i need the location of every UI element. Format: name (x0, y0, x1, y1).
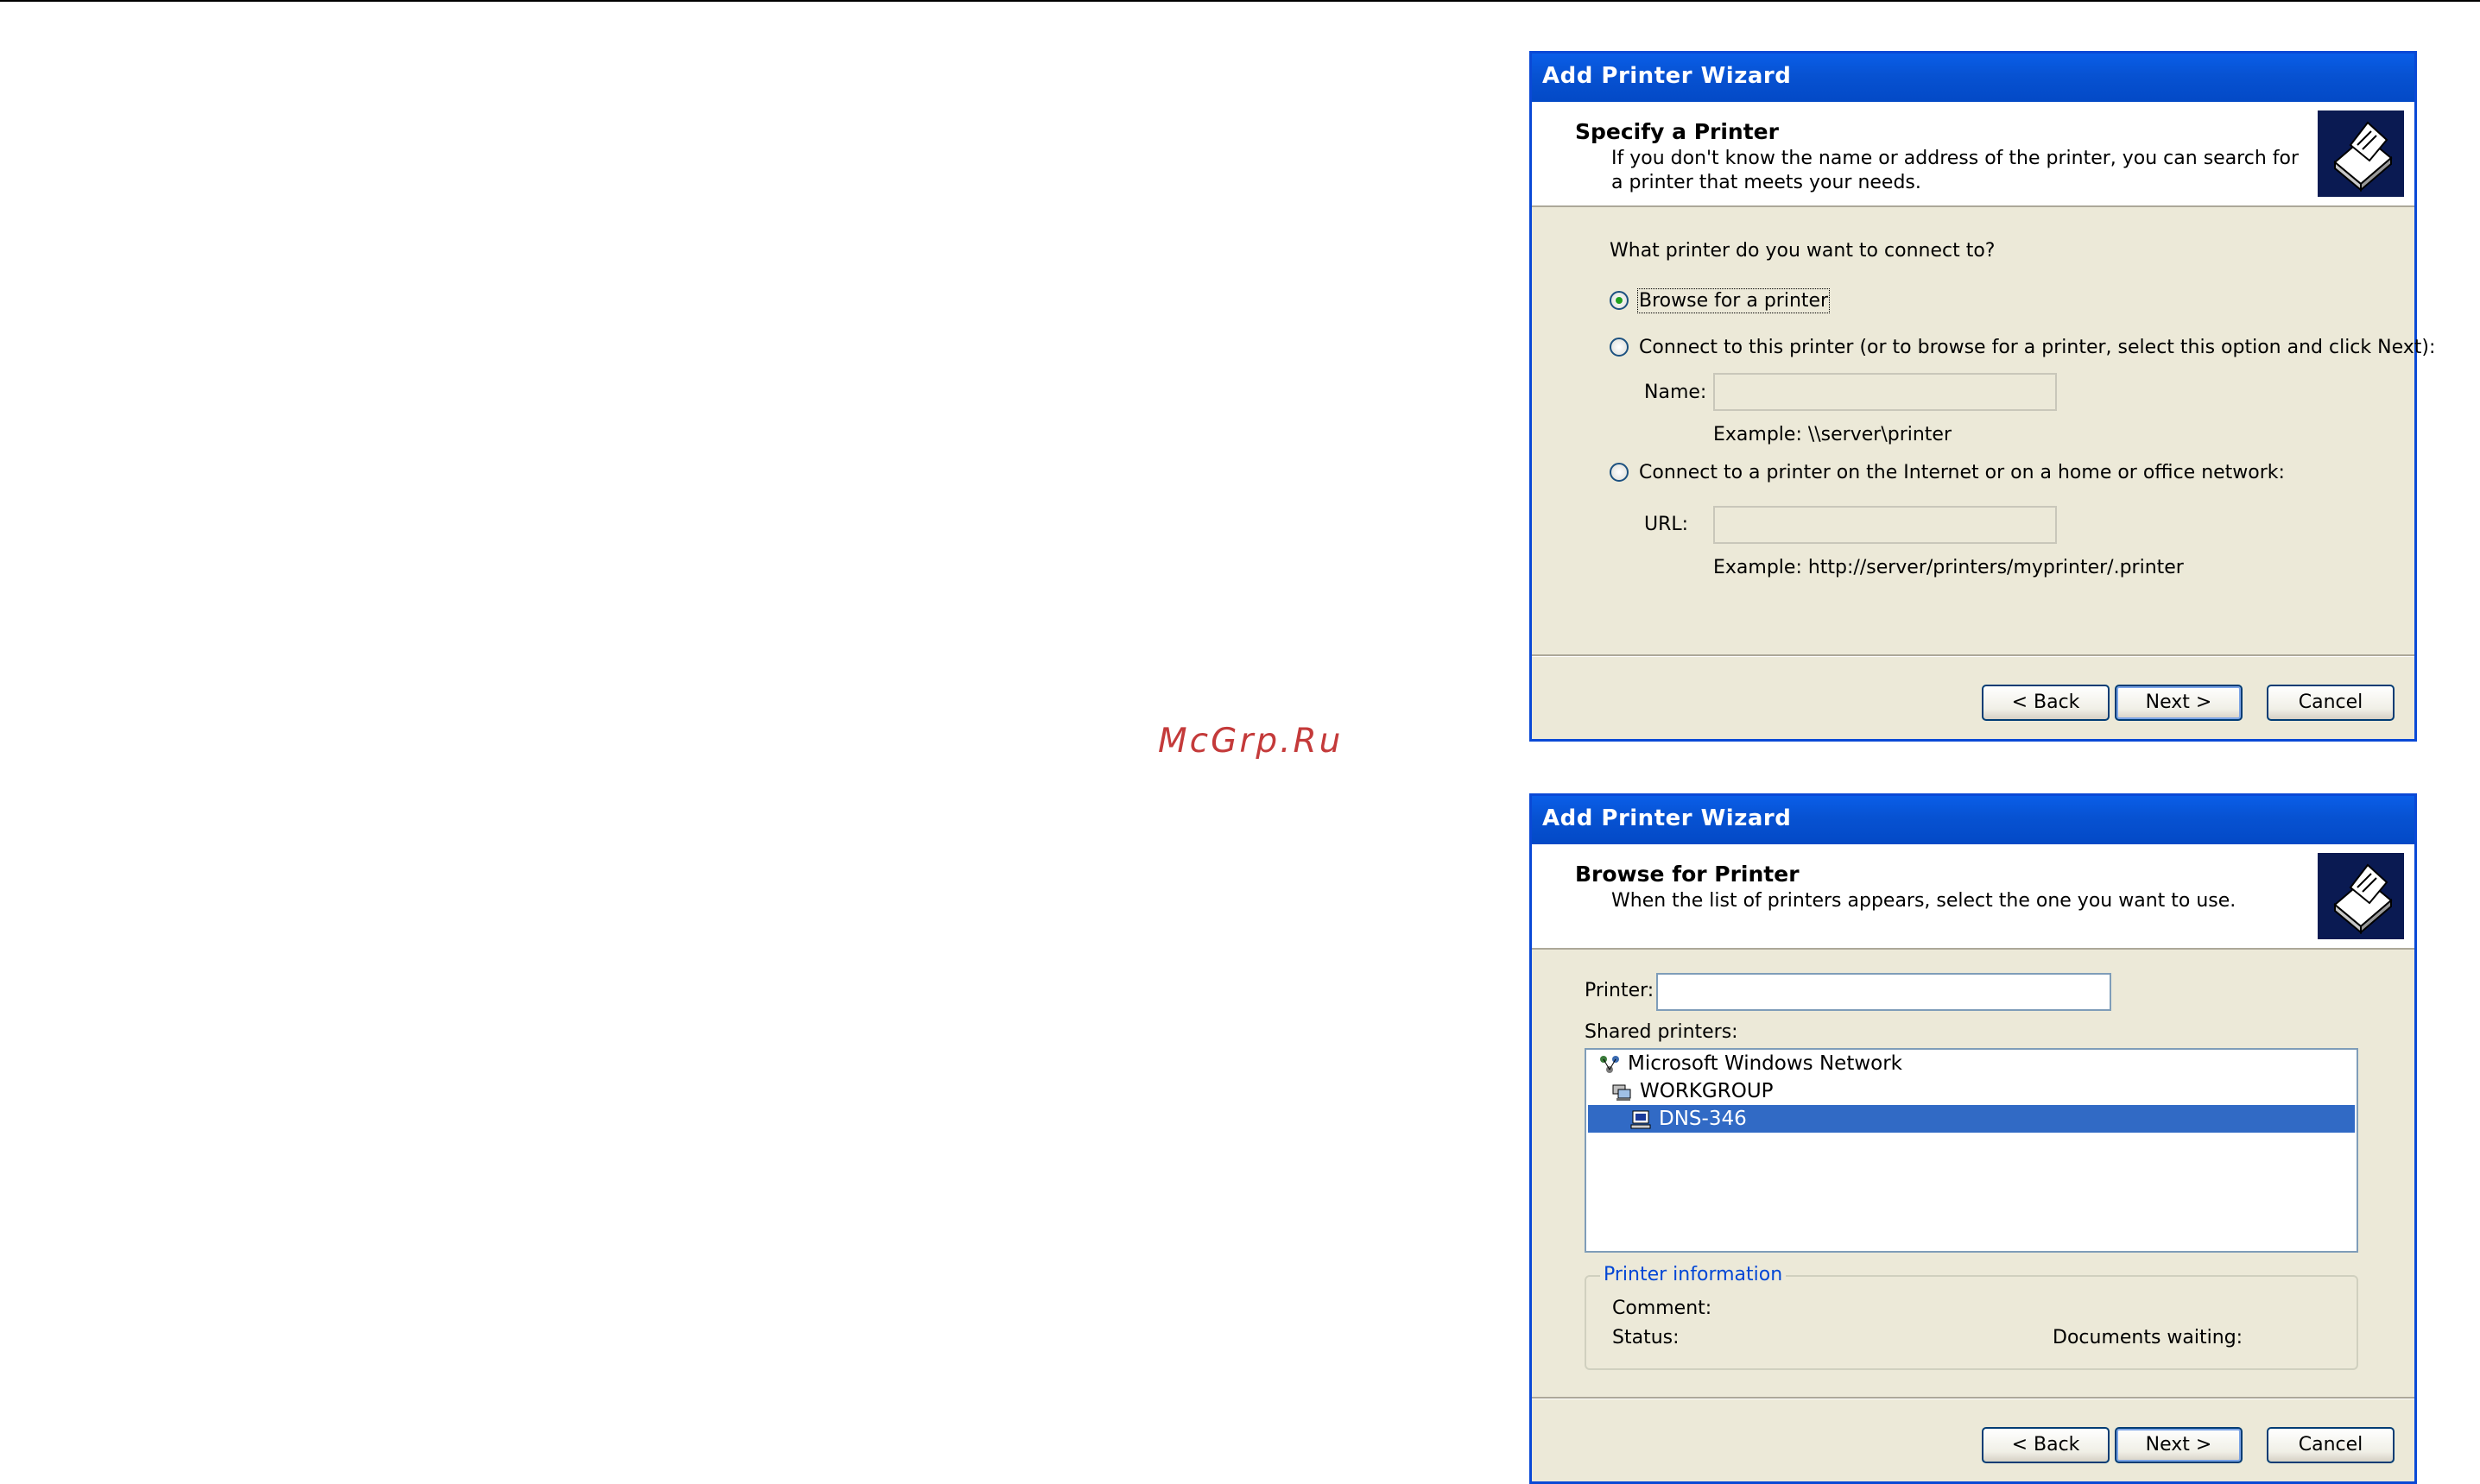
network-icon (1598, 1054, 1621, 1075)
shared-printers-tree[interactable]: Microsoft Windows Network WORKGROUP DNS-… (1585, 1048, 2358, 1253)
cancel-button[interactable]: Cancel (2267, 685, 2395, 721)
connect-option-label[interactable]: Connect to this printer (or to browse fo… (1639, 337, 2435, 358)
browse-option-label[interactable]: Browse for a printer (1636, 288, 1831, 313)
url-input[interactable] (1715, 508, 2055, 542)
printer-label: Printer: (1585, 980, 1654, 1001)
wizard-header: Specify a Printer If you don't know the … (1532, 102, 2414, 207)
tree-item-dns-346[interactable]: DNS-346 (1588, 1105, 2355, 1133)
browse-radio[interactable] (1610, 291, 1629, 310)
printer-input[interactable] (1658, 975, 2110, 1009)
status-label: Status: (1612, 1327, 1680, 1348)
back-button[interactable]: < Back (1982, 1427, 2110, 1463)
wizard-header: Browse for Printer When the list of prin… (1532, 844, 2414, 950)
window-title: Add Printer Wizard (1542, 63, 1792, 89)
tree-item-label: WORKGROUP (1640, 1080, 1774, 1102)
name-input[interactable] (1715, 375, 2055, 409)
internet-option-label[interactable]: Connect to a printer on the Internet or … (1639, 462, 2285, 483)
watermark: McGrp.Ru (1158, 722, 1344, 761)
back-button[interactable]: < Back (1982, 685, 2110, 721)
connect-radio[interactable] (1610, 338, 1629, 357)
title-bar[interactable]: Add Printer Wizard (1532, 54, 2414, 102)
printer-field[interactable] (1656, 973, 2111, 1011)
header-title: Specify a Printer (1575, 119, 1779, 144)
header-description: If you don't know the name or address of… (1611, 148, 2300, 193)
next-button[interactable]: Next > (2115, 685, 2243, 721)
url-label: URL: (1644, 514, 1689, 535)
page-top-rule (0, 0, 2480, 2)
name-label: Name: (1644, 382, 1707, 403)
tree-item-workgroup[interactable]: WORKGROUP (1610, 1077, 1774, 1105)
connect-question: What printer do you want to connect to? (1610, 240, 1996, 262)
url-example: Example: http://server/printers/myprinte… (1713, 557, 2184, 578)
add-printer-wizard-browse: Add Printer Wizard Browse for Printer Wh… (1529, 793, 2417, 1484)
documents-waiting-label: Documents waiting: (2053, 1327, 2243, 1348)
footer-separator (1532, 654, 2414, 656)
add-printer-wizard-specify: Add Printer Wizard Specify a Printer If … (1529, 51, 2435, 742)
tree-item-label: Microsoft Windows Network (1628, 1052, 1902, 1075)
title-bar[interactable]: Add Printer Wizard (1532, 796, 2414, 844)
name-example: Example: \\server\printer (1713, 424, 1952, 445)
next-button[interactable]: Next > (2115, 1427, 2243, 1463)
cancel-button[interactable]: Cancel (2267, 1427, 2395, 1463)
printer-information-legend: Printer information (1600, 1264, 1787, 1285)
tree-item-network[interactable]: Microsoft Windows Network (1598, 1050, 1902, 1077)
url-field[interactable] (1713, 506, 2057, 544)
computer-icon (1629, 1109, 1652, 1130)
comment-label: Comment: (1612, 1298, 1712, 1319)
tree-item-label: DNS-346 (1659, 1108, 1747, 1130)
footer-separator (1532, 1397, 2414, 1399)
printer-icon (2318, 853, 2404, 939)
printer-information-group: Printer information Comment: Status: Doc… (1585, 1264, 2358, 1370)
header-title: Browse for Printer (1575, 862, 1800, 887)
shared-printers-label: Shared printers: (1585, 1021, 1738, 1043)
name-field[interactable] (1713, 373, 2057, 411)
internet-radio[interactable] (1610, 463, 1629, 482)
printer-icon (2318, 111, 2404, 197)
workgroup-icon (1610, 1082, 1633, 1102)
header-description: When the list of printers appears, selec… (1611, 890, 2236, 912)
window-title: Add Printer Wizard (1542, 805, 1792, 831)
